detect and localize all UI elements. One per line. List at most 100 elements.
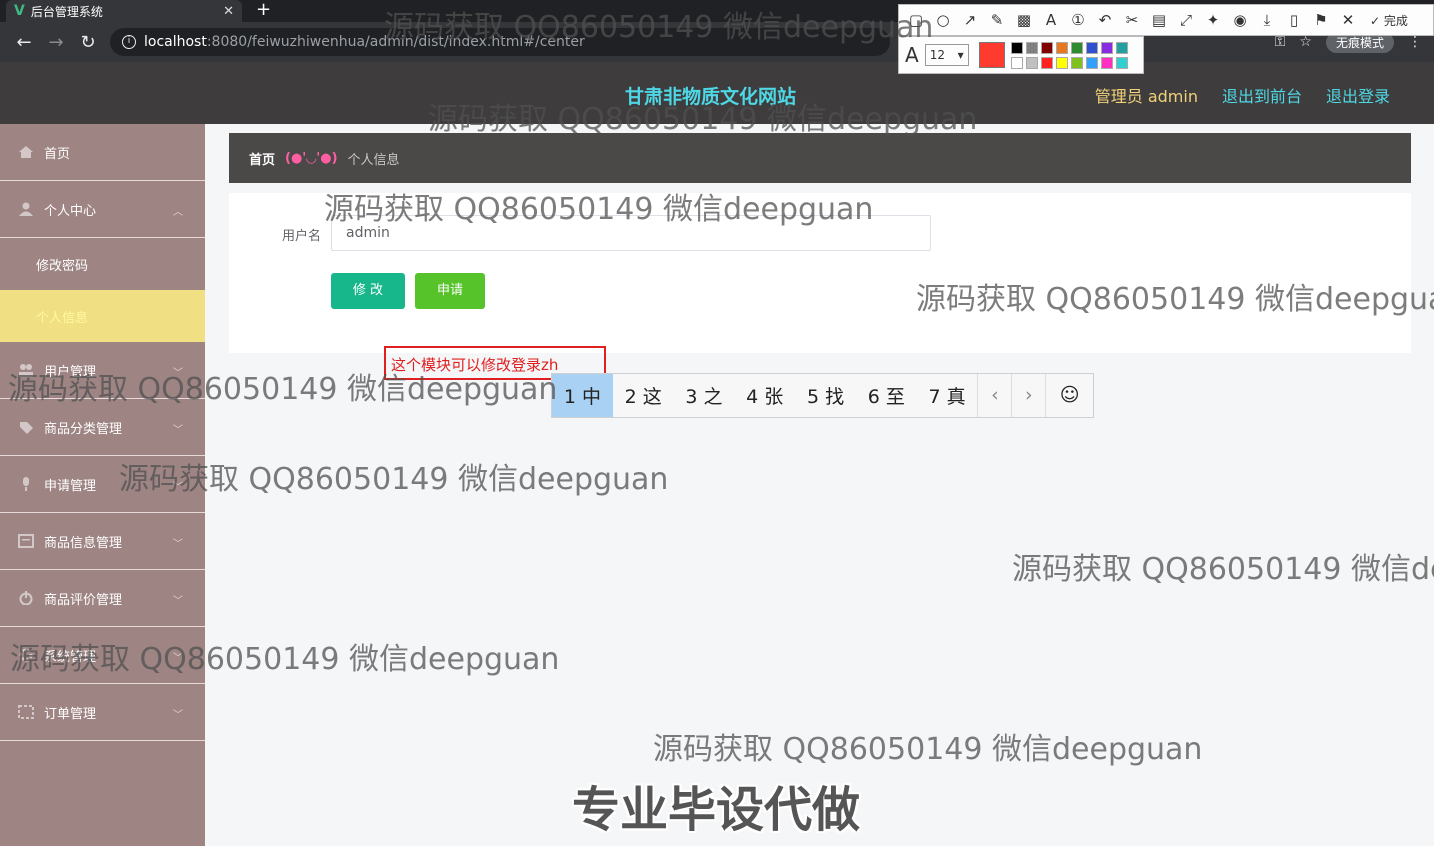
color-swatch[interactable]: [1100, 56, 1113, 69]
username-input[interactable]: admin: [331, 215, 931, 251]
sidebar-item-system[interactable]: 系统管理 ﹀: [0, 627, 205, 684]
ime-next-page-icon[interactable]: ›: [1011, 374, 1045, 417]
reload-icon[interactable]: ↻: [72, 32, 104, 53]
dropdown-arrow-icon: ▾: [957, 48, 964, 62]
color-swatch[interactable]: [1040, 56, 1053, 69]
sidebar-item-category[interactable]: 商品分类管理 ﹀: [0, 399, 205, 456]
color-swatch[interactable]: [1025, 41, 1038, 54]
ime-candidate[interactable]: 6 至: [856, 374, 917, 417]
sidebar-item-label: 用户管理: [44, 364, 97, 380]
color-swatch[interactable]: [1070, 41, 1083, 54]
record-icon[interactable]: ◉: [1231, 11, 1249, 29]
sidebar-item-label: 商品信息管理: [44, 535, 123, 551]
site-info-icon[interactable]: i: [122, 35, 136, 49]
users-icon: [19, 364, 33, 377]
chevron-down-icon: ﹀: [173, 710, 183, 721]
chevron-down-icon: ﹀: [173, 539, 183, 550]
text-tool-icon[interactable]: A: [1042, 11, 1060, 29]
rectangle-tool-icon[interactable]: ▢: [907, 11, 925, 29]
color-swatch[interactable]: [1085, 56, 1098, 69]
sidebar-item-orders[interactable]: 订单管理 ﹀: [0, 684, 205, 741]
color-swatch[interactable]: [1025, 56, 1038, 69]
user-icon: [19, 202, 33, 216]
color-swatch[interactable]: [1055, 41, 1068, 54]
color-swatch[interactable]: [1010, 56, 1023, 69]
color-swatch[interactable]: [1010, 41, 1023, 54]
bookmark-icon[interactable]: ⚑: [1312, 11, 1330, 29]
color-swatch[interactable]: [1115, 56, 1128, 69]
sidebar-item-apply[interactable]: 申请管理 ﹀: [0, 456, 205, 513]
arrow-tool-icon[interactable]: ↗: [961, 11, 979, 29]
site-title: 甘肃非物质文化网站: [625, 86, 797, 108]
current-color-swatch[interactable]: [978, 42, 1005, 68]
ime-candidate[interactable]: 2 这: [613, 374, 674, 417]
ocr-icon[interactable]: ▤: [1150, 11, 1168, 29]
phone-icon[interactable]: ▯: [1285, 11, 1303, 29]
color-swatch[interactable]: [1115, 41, 1128, 54]
sidebar-item-label: 商品评价管理: [44, 592, 123, 608]
number-tool-icon[interactable]: ①: [1069, 11, 1087, 29]
key-icon[interactable]: ⚿: [1275, 34, 1286, 50]
breadcrumb-emoticon: (●'◡'●): [285, 150, 338, 166]
more-icon[interactable]: ⋮: [1408, 34, 1422, 50]
ime-candidate[interactable]: 5 找: [795, 374, 856, 417]
sidebar-subitem-change-password[interactable]: 修改密码: [0, 238, 205, 290]
color-swatch[interactable]: [1100, 41, 1113, 54]
undo-icon[interactable]: ↶: [1096, 11, 1114, 29]
download-icon[interactable]: ⤓: [1258, 11, 1276, 29]
vue-logo-icon: V: [14, 3, 25, 19]
forward-icon[interactable]: →: [40, 32, 72, 53]
sidebar-item-goods-info[interactable]: 商品信息管理 ﹀: [0, 513, 205, 570]
snip-toolbar: ▢ ○ ↗ ✎ ▩ A ① ↶ ✂ ▤ ⤢ ✦ ◉ ⤓ ▯ ⚑ ✕ ✓ 完成: [898, 4, 1434, 36]
back-icon[interactable]: ←: [8, 32, 40, 53]
home-icon: [19, 146, 33, 158]
url-host: localhost: [144, 34, 207, 50]
sidebar-item-home[interactable]: 首页: [0, 124, 205, 181]
browser-tab[interactable]: V 后台管理系统 ✕: [6, 0, 242, 22]
chevron-down-icon: ﹀: [173, 596, 183, 607]
done-button[interactable]: ✓ 完成: [1370, 12, 1408, 29]
edit-button[interactable]: 修 改: [331, 273, 405, 309]
expand-icon[interactable]: ⤢: [1177, 11, 1195, 29]
ime-candidate[interactable]: 4 张: [734, 374, 795, 417]
pen-tool-icon[interactable]: ✎: [988, 11, 1006, 29]
sidebar-item-reviews[interactable]: 商品评价管理 ﹀: [0, 570, 205, 627]
apply-button[interactable]: 申请: [415, 273, 485, 309]
color-swatch[interactable]: [1070, 56, 1083, 69]
admin-label: 管理员 admin: [1094, 87, 1198, 106]
sidebar-item-label: 个人中心: [44, 203, 97, 219]
ime-candidate[interactable]: 3 之: [674, 374, 735, 417]
chevron-up-icon: ︿: [173, 207, 183, 218]
close-icon[interactable]: ✕: [1339, 11, 1357, 29]
app-header: 甘肃非物质文化网站 管理员 admin 退出到前台 退出登录: [0, 62, 1434, 124]
sidebar-item-users[interactable]: 用户管理 ﹀: [0, 342, 205, 399]
mosaic-tool-icon[interactable]: ▩: [1015, 11, 1033, 29]
color-swatch[interactable]: [1040, 41, 1053, 54]
pin-icon[interactable]: ✦: [1204, 11, 1222, 29]
ime-candidate[interactable]: 7 真: [917, 374, 978, 417]
tab-title: 后台管理系统: [30, 4, 103, 19]
sidebar-item-label: 订单管理: [44, 706, 97, 722]
tab-close-icon[interactable]: ✕: [223, 4, 234, 19]
font-size-select[interactable]: 12 ▾: [924, 44, 969, 66]
cut-icon[interactable]: ✂: [1123, 11, 1141, 29]
color-swatch[interactable]: [1085, 41, 1098, 54]
ime-candidate[interactable]: 1 中: [552, 374, 613, 417]
color-palette: [1010, 41, 1128, 69]
sidebar-item-personal-center[interactable]: 个人中心 ︿: [0, 181, 205, 238]
url-input[interactable]: i localhost:8080/feiwuzhiwenhua/admin/di…: [110, 28, 890, 56]
color-swatch[interactable]: [1055, 56, 1068, 69]
exit-to-front-link[interactable]: 退出到前台: [1222, 83, 1302, 107]
logout-link[interactable]: 退出登录: [1326, 83, 1390, 107]
breadcrumb-home[interactable]: 首页: [249, 149, 275, 168]
watermark: 源码获取 QQ86050149 微信deepguan: [1012, 552, 1434, 587]
order-icon: [18, 705, 34, 719]
ime-emoji-icon[interactable]: ☺: [1045, 374, 1093, 417]
new-tab-button[interactable]: +: [256, 0, 271, 20]
tag-icon: [20, 422, 33, 434]
ellipse-tool-icon[interactable]: ○: [934, 11, 952, 29]
star-icon[interactable]: ☆: [1299, 34, 1312, 50]
sidebar-subitem-personal-info[interactable]: 个人信息: [0, 290, 205, 342]
ime-prev-page-icon[interactable]: ‹: [977, 374, 1011, 417]
watermark: 源码获取 QQ86050149 微信deepguan: [653, 732, 1203, 767]
